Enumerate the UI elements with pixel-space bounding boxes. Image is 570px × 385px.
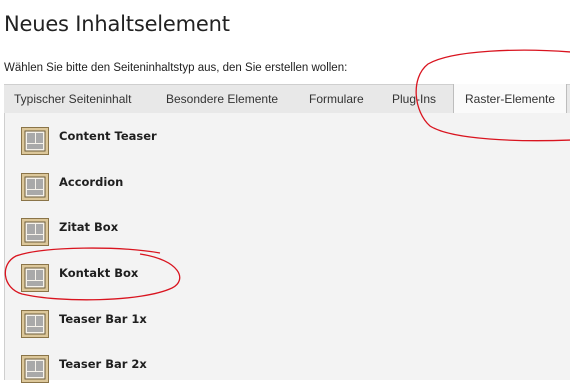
grid-layout-icon bbox=[21, 218, 49, 246]
tab-formulare[interactable]: Formulare bbox=[309, 85, 364, 113]
tab-plug-ins[interactable]: Plug-Ins bbox=[392, 85, 436, 113]
item-label: Accordion bbox=[59, 175, 124, 189]
tab-besondere-elemente[interactable]: Besondere Elemente bbox=[166, 85, 278, 113]
tab-raster-elemente[interactable]: Raster-Elemente bbox=[453, 84, 568, 114]
tab-bar: Typischer Seiteninhalt Besondere Element… bbox=[4, 84, 570, 114]
item-label: Kontakt Box bbox=[59, 266, 139, 280]
item-label: Zitat Box bbox=[59, 220, 119, 234]
content-element-list: Content Teaser Accordion Zitat Box Konta… bbox=[4, 113, 570, 383]
grid-layout-icon bbox=[21, 355, 49, 383]
item-label: Content Teaser bbox=[59, 129, 157, 143]
intro-text: Wählen Sie bitte den Seiteninhaltstyp au… bbox=[4, 62, 348, 74]
grid-layout-icon bbox=[21, 127, 49, 155]
grid-layout-icon bbox=[21, 264, 49, 292]
item-label: Teaser Bar 2x bbox=[59, 357, 147, 371]
tab-typischer-seiteninhalt[interactable]: Typischer Seiteninhalt bbox=[14, 85, 131, 113]
grid-layout-icon bbox=[21, 310, 49, 338]
page-title: Neues Inhaltselement bbox=[4, 12, 230, 36]
item-label: Teaser Bar 1x bbox=[59, 312, 147, 326]
grid-layout-icon bbox=[21, 173, 49, 201]
